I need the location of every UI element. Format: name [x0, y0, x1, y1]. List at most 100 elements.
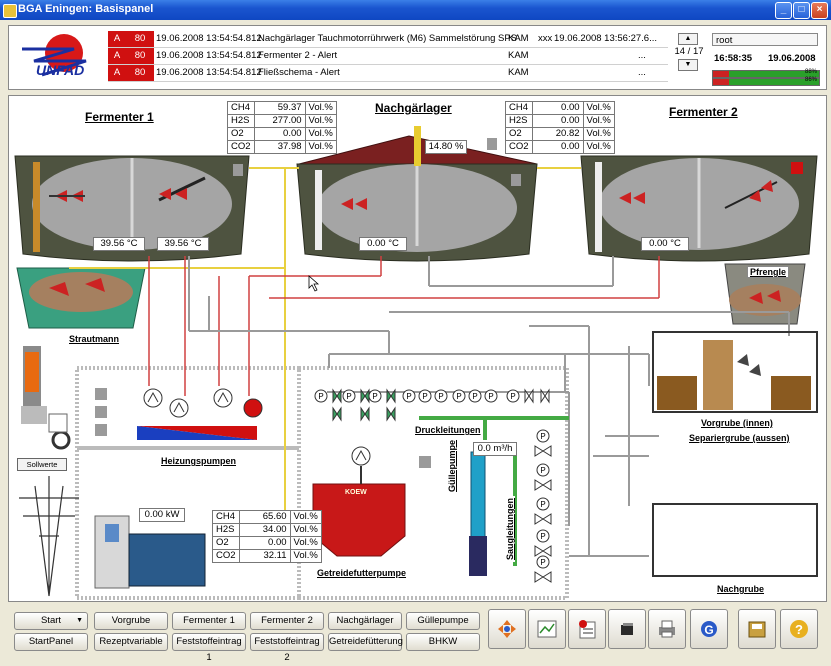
pfrengle-label[interactable]: Pfrengle	[747, 266, 790, 278]
gas-table-bhkw: CH4 65.60 Vol.% H2S 34.00 Vol.% O2 0.00 Vol.% …	[212, 510, 322, 563]
help-icon: ?	[789, 619, 809, 639]
nachgaerlager-level: 14.80 %	[425, 140, 467, 154]
nachgaerlager-title[interactable]: Nachgärlager	[375, 101, 452, 115]
nav-bhkw-button[interactable]: BHKW	[406, 633, 480, 651]
alarm-row[interactable]: A 80 19.06.2008 13:54:54.812 Fließschema…	[108, 65, 668, 82]
nav-guellepumpe-button[interactable]: Güllepumpe	[406, 612, 480, 630]
svg-text:G: G	[704, 623, 713, 637]
alarm-list-button[interactable]	[568, 609, 606, 649]
logo-text: UNFAD	[36, 62, 84, 78]
strautmann-label[interactable]: Strautmann	[67, 334, 122, 344]
start-dropdown[interactable]: Start ▼	[14, 612, 88, 630]
fermenter1-temp2: 39.56 °C	[157, 237, 209, 251]
save-button[interactable]	[738, 609, 776, 649]
pump-letter: P	[540, 500, 545, 509]
trend-chart-icon	[537, 619, 557, 639]
process-diagram: P P P P P P P P P P P P P P P	[14, 126, 818, 600]
nav-rezeptvariable-button[interactable]: Rezeptvariable	[94, 633, 168, 651]
guellepumpe-label[interactable]: Güllepumpe	[447, 437, 457, 494]
power-value: 0.00 kW	[139, 508, 185, 522]
fermenter2-title[interactable]: Fermenter 2	[669, 105, 738, 119]
clock-date: 19.06.2008	[768, 53, 816, 64]
fermenter1-temp1: 39.56 °C	[93, 237, 145, 251]
pump-letter: P	[472, 392, 477, 401]
nav-nachgaerlager-button[interactable]: Nachgärlager	[328, 612, 402, 630]
pump-letter: P	[372, 392, 377, 401]
info-button[interactable]: G	[690, 609, 728, 649]
status-panel: root 16:58:35 19.06.2008 88% 86%	[712, 31, 820, 86]
window-icon	[617, 619, 637, 639]
nav-fermenter1-button[interactable]: Fermenter 1	[172, 612, 246, 630]
druckleitungen-label[interactable]: Druckleitungen	[413, 425, 483, 435]
pump-letter: P	[406, 392, 411, 401]
print-button[interactable]	[648, 609, 686, 649]
navigate-button[interactable]	[488, 609, 526, 649]
app-icon	[3, 4, 17, 18]
maximize-button[interactable]: □	[793, 2, 810, 19]
nav-startpanel-button[interactable]: StartPanel	[14, 633, 88, 651]
nav-vorgrube-button[interactable]: Vorgrube	[94, 612, 168, 630]
nachgrube-label[interactable]: Nachgrube	[715, 584, 767, 594]
company-logo: UNFAD	[22, 34, 87, 78]
vorgrube-label[interactable]: Vorgrube (innen)	[699, 418, 775, 428]
pump-letter: P	[510, 392, 515, 401]
alarm-pager: ▲ 14 / 17 ▼	[672, 31, 706, 73]
gas-table-nachgaerlager: CH4 0.00 Vol.% H2S 0.00 Vol.% O2 20.82 Vol.% C…	[505, 101, 615, 154]
saugleitungen-label[interactable]: Saugleitungen	[505, 495, 515, 562]
window-title: BGA Eningen: Basispanel	[18, 3, 154, 15]
fermenter1-title[interactable]: Fermenter 1	[85, 110, 154, 124]
page-down-button[interactable]: ▼	[678, 59, 698, 71]
heizungspumpen-label[interactable]: Heizungspumpen	[159, 456, 239, 466]
gas-row: H2S 34.00 Vol.%	[212, 523, 322, 537]
info-icon: G	[699, 619, 719, 639]
page-indicator: 14 / 17	[674, 46, 704, 57]
pump-letter: P	[456, 392, 461, 401]
nav-getreidefuetterung-button[interactable]: Getreidefütterung	[328, 633, 403, 651]
alarm-row[interactable]: A 80 19.06.2008 13:54:54.812 Nachgärlage…	[108, 31, 668, 48]
clock-time: 16:58:35	[714, 53, 753, 64]
move-arrows-icon	[497, 619, 517, 639]
gas-table-fermenter1: CH4 59.37 Vol.% H2S 277.00 Vol.% O2 0.00 Vol.%…	[227, 101, 337, 154]
minimize-button[interactable]: _	[775, 2, 792, 19]
pump-letter: P	[540, 466, 545, 475]
pump-letter: P	[438, 392, 443, 401]
gas-row: CH4 0.00 Vol.%	[505, 101, 615, 115]
status-bar-1: 88%	[712, 69, 820, 78]
help-button[interactable]: ?	[780, 609, 818, 649]
printer-icon	[657, 619, 677, 639]
nachgaerlager-temp: 0.00 °C	[359, 237, 407, 251]
gas-row: H2S 277.00 Vol.%	[227, 114, 337, 128]
gas-row: CH4 59.37 Vol.%	[227, 101, 337, 115]
alarm-row[interactable]: A 80 19.06.2008 13:54:54.812 Fermenter 2…	[108, 48, 668, 65]
getreidefutterpumpe-label[interactable]: Getreidefutterpumpe	[315, 568, 409, 578]
flow-value: 0.0 m³/h	[473, 442, 517, 456]
gas-row: CO2 37.98 Vol.%	[227, 140, 337, 154]
chevron-down-icon: ▼	[76, 617, 83, 624]
page-up-button[interactable]: ▲	[678, 33, 698, 45]
pump-letter: P	[346, 392, 351, 401]
process-panel: P P P P P P P P P P P P P P P Fermenter 1 Nachgärlager…	[8, 95, 827, 602]
alarm-list-icon	[577, 619, 597, 639]
nav-feststoffeintrag2-button[interactable]: Feststoffeintrag 2	[250, 633, 324, 663]
pump-letter: P	[422, 392, 427, 401]
trend-button[interactable]	[528, 609, 566, 649]
sollwerte-button[interactable]: Sollwerte	[17, 458, 67, 471]
gas-row: H2S 0.00 Vol.%	[505, 114, 615, 128]
gas-row: CO2 32.11 Vol.%	[212, 549, 322, 563]
nav-feststoffeintrag1-button[interactable]: Feststoffeintrag 1	[172, 633, 246, 663]
pump-letter: P	[540, 558, 545, 567]
separiergrube-label[interactable]: Separiergrube (aussen)	[687, 433, 792, 443]
gas-row: O2 0.00 Vol.%	[212, 536, 322, 550]
gas-row: CH4 65.60 Vol.%	[212, 510, 322, 524]
close-button[interactable]: ×	[811, 2, 828, 19]
pump-letter: P	[540, 532, 545, 541]
pump-letter: P	[540, 432, 545, 441]
nav-fermenter2-button[interactable]: Fermenter 2	[250, 612, 324, 630]
pump-letter: P	[488, 392, 493, 401]
window-button[interactable]	[608, 609, 646, 649]
pump-letter: P	[318, 392, 323, 401]
gas-row: O2 20.82 Vol.%	[505, 127, 615, 141]
svg-text:?: ?	[795, 622, 803, 637]
alarm-list[interactable]: A 80 19.06.2008 13:54:54.812 Nachgärlage…	[108, 31, 668, 86]
fermenter2-temp: 0.00 °C	[641, 237, 689, 251]
